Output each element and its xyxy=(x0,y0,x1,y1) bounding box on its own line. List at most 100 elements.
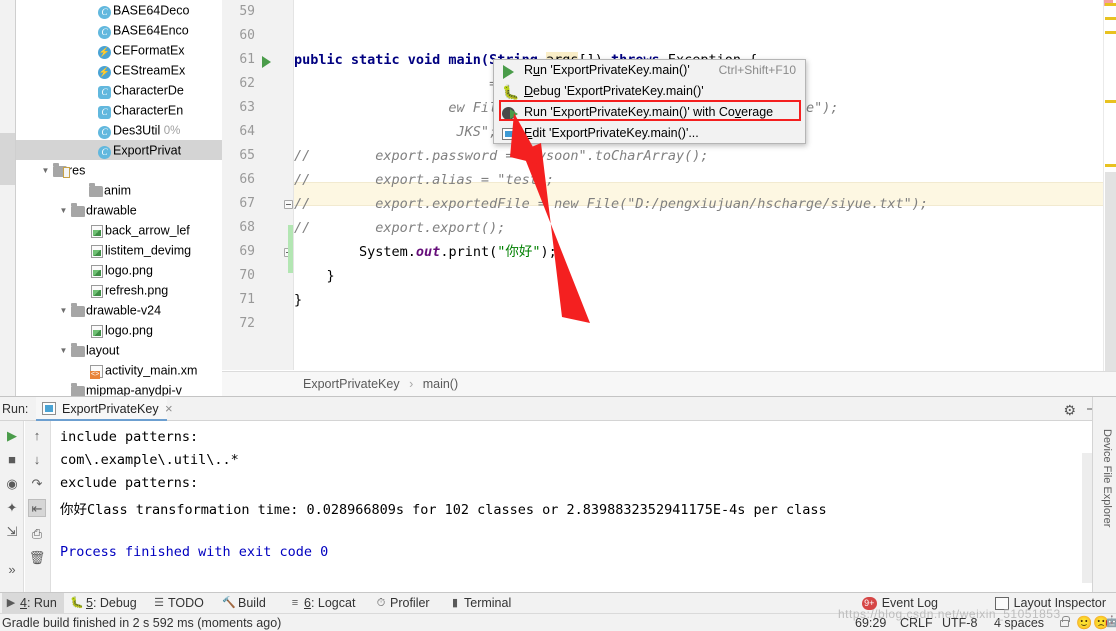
right-tool-strip[interactable]: Device File Explorer xyxy=(1092,397,1116,593)
breadcrumb-method[interactable]: main() xyxy=(423,377,458,391)
left-tool-strip[interactable] xyxy=(0,0,16,396)
scroll-to-end-icon[interactable]: ⇤ xyxy=(28,499,46,517)
tree-item-base64deco[interactable]: C BASE64Deco xyxy=(16,0,222,20)
tree-item-listitem-devimg[interactable]: listitem_devimg xyxy=(16,240,222,260)
code-fold-icon[interactable] xyxy=(284,200,293,209)
console-output[interactable]: include patterns: com\.example\.util\..* e… xyxy=(52,421,1092,593)
right-strip-tab-label[interactable]: Device File Explorer xyxy=(1101,429,1113,527)
console-scrollbar[interactable] xyxy=(1082,453,1092,583)
tree-item-anim[interactable]: anim xyxy=(16,180,222,200)
code-line-64[interactable]: JKS"; xyxy=(294,120,498,144)
code-line-67[interactable]: // export.exportedFile = new File("D:/pe… xyxy=(294,192,928,216)
run-tab-exportprivatekey[interactable]: ExportPrivateKey × xyxy=(36,397,173,421)
breadcrumb[interactable]: ExportPrivateKey › main() xyxy=(222,371,1116,396)
code-line-70[interactable]: } xyxy=(294,264,335,288)
tree-item-layout[interactable]: ▼ layout xyxy=(16,340,222,360)
tree-item-refresh-png[interactable]: refresh.png xyxy=(16,280,222,300)
happy-face-icon[interactable]: 🙂 xyxy=(1076,615,1092,631)
run-tool-window: Run: ExportPrivateKey × ⚙ — ▶ ■ ◉ ✦ ⇲ » … xyxy=(0,396,1116,593)
editor-scrollbar-thumb[interactable] xyxy=(1105,172,1116,371)
tree-item-mipmap-anydpi-v[interactable]: mipmap-anydpi-v xyxy=(16,380,222,396)
toolbar-button-logcat[interactable]: ≡ 6: Logcat xyxy=(286,593,368,614)
chevron-down-icon[interactable]: ▼ xyxy=(40,161,51,181)
file-encoding[interactable]: UTF-8 xyxy=(942,614,977,631)
tree-item-characteren[interactable]: C CharacterEn xyxy=(16,100,222,120)
project-tree[interactable]: C BASE64Deco C BASE64Enco ⚡ CEFormatEx ⚡ CEStre… xyxy=(16,0,222,396)
tree-item-logo-png[interactable]: logo.png xyxy=(16,260,222,280)
tree-item-characterde[interactable]: C CharacterDe xyxy=(16,80,222,100)
code-line-69[interactable]: System.out.print("你好"); xyxy=(294,240,557,264)
robot-icon[interactable]: 🤖 xyxy=(1105,615,1116,628)
editor-gutter[interactable]: 59 60 61 62 63 64 65 66 67 68 69 70 71 72 xyxy=(222,0,294,370)
toolbar-button-debug[interactable]: 🐛 5: Debug xyxy=(68,593,146,614)
toolbar-button-run[interactable]: ▶ 4: Run xyxy=(2,593,64,614)
toolbar-button-build[interactable]: 🔨 Build xyxy=(220,593,282,614)
tree-item-label: logo.png xyxy=(105,263,153,278)
line-separator[interactable]: CRLF xyxy=(900,614,933,631)
tree-item-base64enco[interactable]: C BASE64Enco xyxy=(16,20,222,40)
chevron-down-icon[interactable]: ▼ xyxy=(58,301,69,321)
tree-item-ceformatex[interactable]: ⚡ CEFormatEx xyxy=(16,40,222,60)
soft-wrap-icon[interactable]: ↷ xyxy=(28,475,46,493)
rerun-icon[interactable]: ▶ xyxy=(3,427,21,445)
restore-layout-icon[interactable]: ✦ xyxy=(3,499,21,517)
build-hammer-icon: 🔨 xyxy=(222,597,236,609)
toolbar-button-profiler[interactable]: ⏱ Profiler xyxy=(372,593,442,614)
code-token: // export.password = "hysoon".toCharArra… xyxy=(294,148,709,164)
warning-stripe-marker[interactable] xyxy=(1105,31,1116,34)
breadcrumb-class[interactable]: ExportPrivateKey xyxy=(303,377,400,391)
menu-item-debug[interactable]: 🐛 Debug 'ExportPrivateKey.main()' xyxy=(494,81,805,102)
toolbar-button-terminal[interactable]: ▮ Terminal xyxy=(446,593,526,614)
menu-item-run[interactable]: Run 'ExportPrivateKey.main()' Ctrl+Shift+… xyxy=(494,60,805,81)
code-editor[interactable]: 59 60 61 62 63 64 65 66 67 68 69 70 71 72 public stat… xyxy=(222,0,1116,396)
code-line-68[interactable]: // export.export(); xyxy=(294,216,505,240)
warning-stripe-marker[interactable] xyxy=(1105,17,1116,20)
folder-icon xyxy=(70,342,85,357)
chevron-down-icon[interactable]: ▼ xyxy=(58,341,69,361)
more-actions-icon[interactable]: » xyxy=(3,561,21,579)
toolbar-button-todo[interactable]: ☰ TODO xyxy=(150,593,216,614)
event-log-button[interactable]: 9+ Event Log xyxy=(861,593,938,614)
tree-item-label: ExportPrivat xyxy=(113,143,182,158)
up-icon[interactable]: ↑ xyxy=(28,427,46,445)
code-line-66[interactable]: // export.alias = "test"; xyxy=(294,168,554,192)
chevron-down-icon[interactable]: ▼ xyxy=(58,201,69,221)
tree-item-activity-main-xm[interactable]: activity_main.xm xyxy=(16,360,222,380)
down-icon[interactable]: ↓ xyxy=(28,451,46,469)
unlocked-icon[interactable] xyxy=(1060,616,1070,627)
tree-item-drawable-v24[interactable]: ▼ drawable-v24 xyxy=(16,300,222,320)
vcs-change-marker xyxy=(288,225,293,273)
gutter-run-marker-icon[interactable] xyxy=(262,56,271,68)
console-line: exclude patterns: xyxy=(60,475,199,491)
tree-item-des3util[interactable]: C Des3Util 0% xyxy=(16,120,222,140)
console-actions[interactable]: ↑ ↓ ↷ ⇤ ⎙ 🗑 xyxy=(25,421,51,593)
stop-icon[interactable]: ■ xyxy=(3,451,21,469)
tree-item-cestreamex[interactable]: ⚡ CEStreamEx xyxy=(16,60,222,80)
close-icon[interactable]: × xyxy=(165,397,173,421)
code-line-71[interactable]: } xyxy=(294,288,302,312)
menu-item-edit-configurations[interactable]: Edit 'ExportPrivateKey.main()'... xyxy=(494,123,805,144)
code-text[interactable]: public static void main(String args[]) t… xyxy=(294,0,1116,370)
run-actions-left[interactable]: ▶ ■ ◉ ✦ ⇲ » xyxy=(0,421,24,593)
tree-item-logo-png[interactable]: logo.png xyxy=(16,320,222,340)
gear-icon[interactable]: ⚙ xyxy=(1063,402,1076,419)
layout-inspector-button[interactable]: Layout Inspector xyxy=(994,593,1106,614)
line-number: 69 xyxy=(239,244,255,259)
warning-stripe-marker[interactable] xyxy=(1105,100,1116,103)
line-number: 62 xyxy=(239,76,255,91)
tree-item-exportprivat[interactable]: C ExportPrivat xyxy=(16,140,222,160)
print-icon[interactable]: ⎙ xyxy=(28,525,46,543)
code-line-65[interactable]: // export.password = "hysoon".toCharArra… xyxy=(294,144,709,168)
caret-position[interactable]: 69:29 xyxy=(855,614,886,631)
clear-all-icon[interactable]: 🗑 xyxy=(28,549,46,567)
tree-item-back-arrow-lef[interactable]: back_arrow_lef xyxy=(16,220,222,240)
export-icon[interactable]: ⇲ xyxy=(3,523,21,541)
dump-threads-icon[interactable]: ◉ xyxy=(3,475,21,493)
debug-icon: 🐛 xyxy=(502,84,520,100)
indent-setting[interactable]: 4 spaces xyxy=(994,614,1044,631)
tree-item-drawable[interactable]: ▼ drawable xyxy=(16,200,222,220)
editor-marker-column[interactable] xyxy=(1103,0,1116,371)
warning-stripe-marker[interactable] xyxy=(1105,164,1116,167)
tree-item-res[interactable]: ▼ res xyxy=(16,160,222,180)
warning-stripe-marker[interactable] xyxy=(1105,3,1116,6)
